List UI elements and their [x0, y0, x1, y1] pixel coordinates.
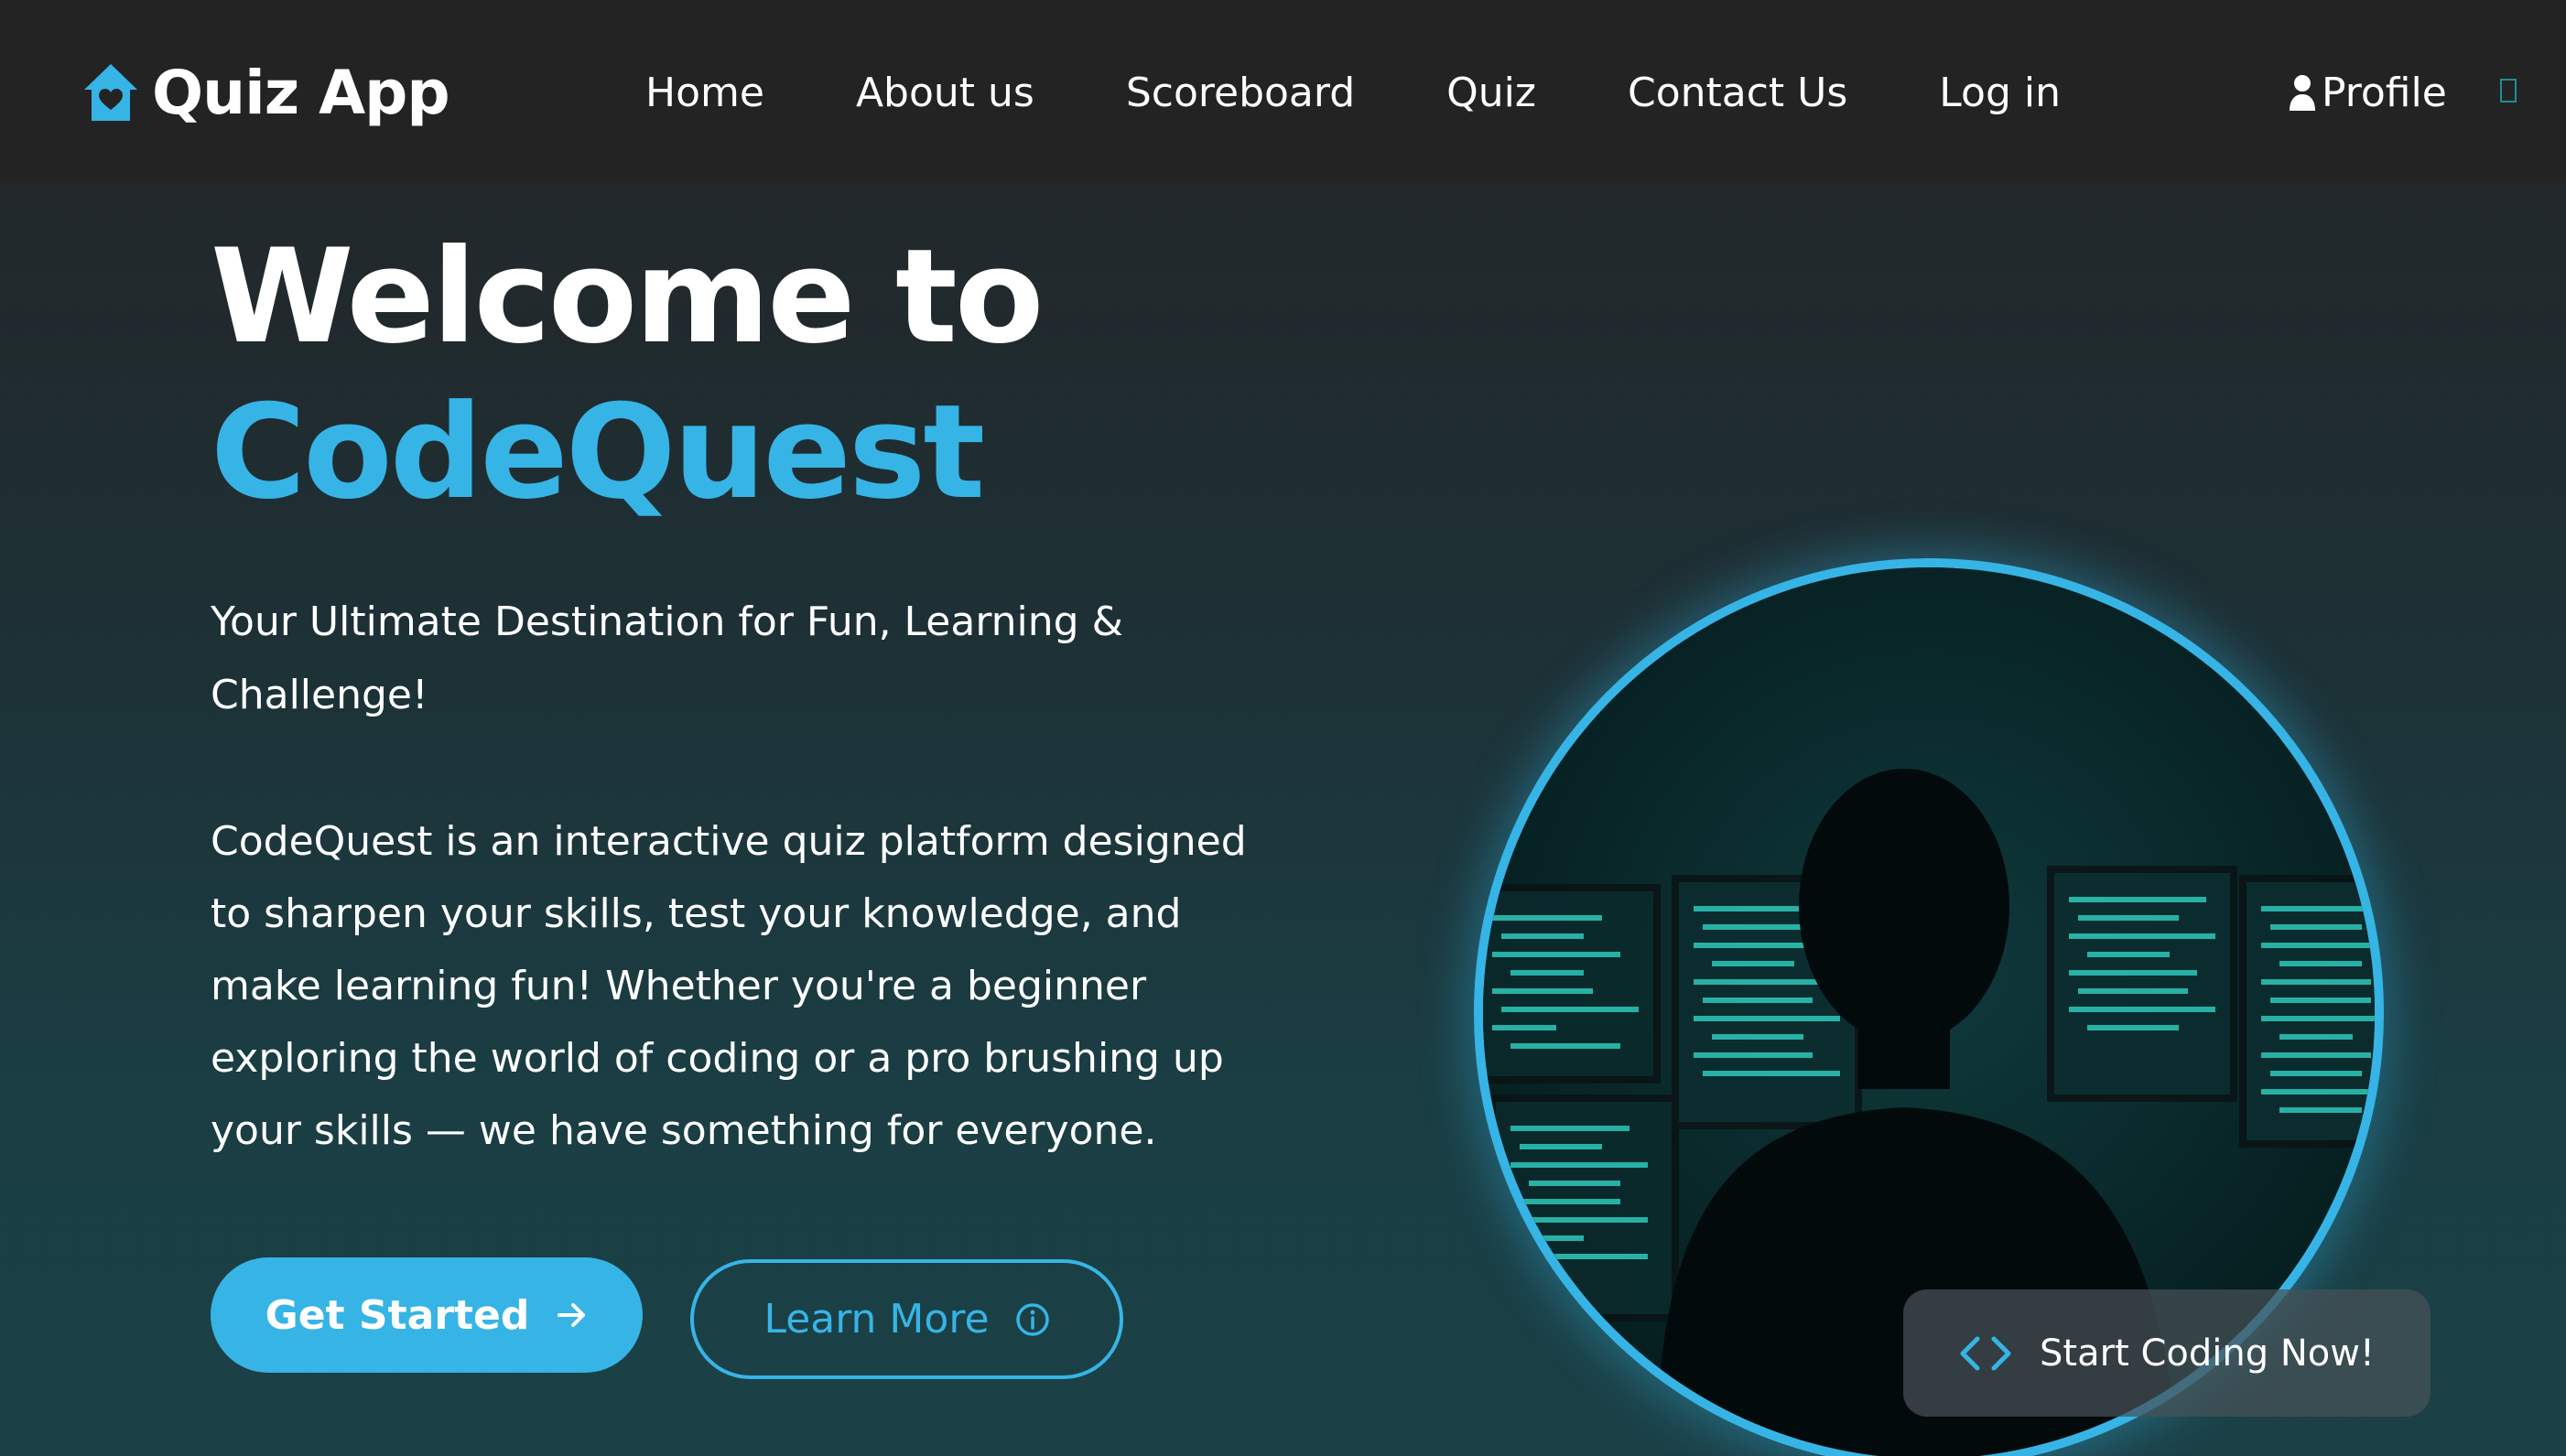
hero-title-line1: Welcome to [211, 221, 1044, 372]
hero-description: CodeQuest is an interactive quiz platfor… [211, 818, 1247, 1154]
nav-quiz[interactable]: Quiz [1446, 70, 1536, 116]
nav-home[interactable]: Home [645, 70, 764, 116]
brand-logo[interactable]: Quiz App [82, 51, 450, 134]
hero-title: Welcome to CodeQuest [211, 220, 1044, 531]
learn-more-label: Learn More [763, 1296, 990, 1343]
nav-scoreboard[interactable]: Scoreboard [1126, 70, 1355, 116]
nav-log-in[interactable]: Log in [1939, 70, 2061, 116]
navbar: Quiz App Home About us Scoreboard Quiz C… [0, 0, 2566, 183]
start-coding-label: Start Coding Now! [2040, 1332, 2375, 1375]
profile-label: Profile [2322, 69, 2447, 116]
nav-links: Home About us Scoreboard Quiz Contact Us… [645, 60, 2061, 124]
start-coding-badge[interactable]: Start Coding Now! [1903, 1289, 2431, 1417]
person-icon [2290, 75, 2315, 111]
profile-link[interactable]: Profile [2289, 60, 2447, 124]
hero-title-brand: CodeQuest [211, 377, 985, 528]
brand-name: Quiz App [152, 57, 450, 128]
menu-toggle-button[interactable] [2500, 79, 2517, 102]
hero-tagline: Your Ultimate Destination for Fun, Learn… [211, 599, 1123, 718]
arrow-right-icon [558, 1303, 586, 1327]
get-started-button[interactable]: Get Started [211, 1257, 643, 1373]
nav-contact-us[interactable]: Contact Us [1628, 70, 1847, 116]
home-heart-icon [84, 64, 137, 121]
get-started-label: Get Started [265, 1291, 530, 1339]
code-brackets-icon [1960, 1336, 2011, 1370]
info-icon [1015, 1302, 1049, 1336]
learn-more-button[interactable]: Learn More [690, 1259, 1123, 1379]
nav-about-us[interactable]: About us [856, 70, 1034, 116]
